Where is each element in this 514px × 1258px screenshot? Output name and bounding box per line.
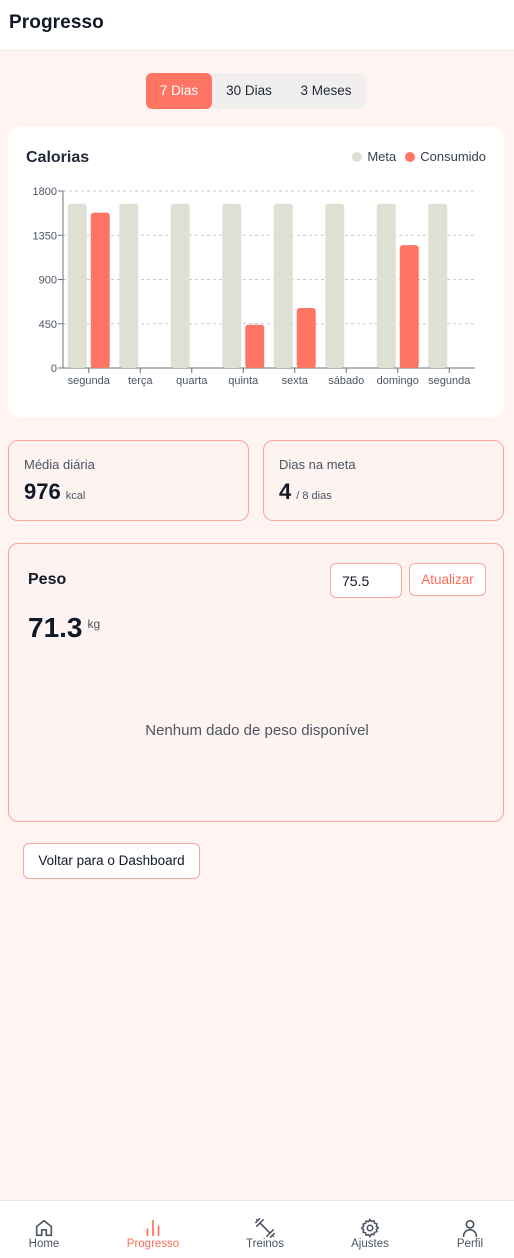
top-bar: Progresso [0, 0, 514, 51]
weight-title: Peso [28, 571, 67, 588]
gear-icon [360, 1218, 380, 1238]
tab-7-dias[interactable]: 7 Dias [146, 73, 212, 109]
daily-average-value-row: 976 kcal [24, 479, 85, 505]
goal-days-value: 4 [279, 479, 292, 504]
calories-chart: 0 450 900 1350 1800 segunda terça quarta quinta s… [33, 186, 475, 387]
bar-meta [273, 203, 293, 368]
calories-chart-card: 0 450 900 1350 1800 segunda terça quarta quinta s… [8, 127, 504, 417]
update-weight-button[interactable]: Atualizar [409, 563, 486, 596]
y-tick-label: 1350 [33, 230, 57, 242]
goal-days-card: Dias na meta 4 / 8 dias [263, 440, 504, 521]
legend-swatch-meta [352, 151, 363, 162]
bar-meta [222, 203, 242, 368]
weight-card: Peso Atualizar 71.3 kg Nenhum dado de pe… [8, 543, 504, 822]
current-weight: 71.3 kg [28, 612, 100, 644]
x-tick-label: quarta [176, 375, 208, 387]
home-icon [35, 1219, 53, 1237]
y-tick-label: 900 [39, 275, 57, 287]
bar-meta [119, 203, 139, 368]
daily-average-unit: kcal [65, 490, 86, 502]
chart-legend: Meta Consumido [343, 149, 486, 164]
nav-perfil-label: Perfil [456, 1238, 484, 1250]
daily-average-value: 976 [24, 479, 61, 504]
bar-chart-icon [146, 1219, 160, 1237]
legend-item-consumido: Consumido [405, 149, 486, 164]
y-tick-label: 0 [51, 363, 57, 375]
bar-consumido [296, 308, 316, 368]
x-tick-label: quinta [228, 375, 259, 387]
chart-title: Calorias [26, 149, 90, 166]
back-to-dashboard-button[interactable]: Voltar para o Dashboard [23, 843, 200, 879]
x-tick-label: sábado [328, 375, 364, 387]
nav-home[interactable]: Home [15, 1201, 73, 1258]
bar-consumido [245, 324, 265, 368]
legend-item-meta: Meta [352, 149, 396, 164]
page-title: Progresso [9, 12, 104, 33]
nav-treinos[interactable]: Treinos [236, 1201, 294, 1258]
nav-progresso[interactable]: Progresso [118, 1201, 188, 1258]
tab-30-dias[interactable]: 30 Dias [212, 73, 286, 109]
bar-meta [325, 203, 345, 368]
y-tick-label: 1800 [33, 186, 57, 198]
nav-ajustes-label: Ajustes [351, 1238, 389, 1250]
nav-progresso-label: Progresso [126, 1238, 180, 1250]
x-tick-label: domingo [377, 375, 419, 387]
nav-perfil[interactable]: Perfil [441, 1201, 499, 1258]
bar-consumido [399, 245, 419, 368]
current-weight-unit: kg [87, 617, 101, 631]
nav-treinos-label: Treinos [246, 1238, 284, 1250]
range-selector: 7 Dias 30 Dias 3 Meses [146, 73, 366, 109]
goal-days-label: Dias na meta [279, 457, 356, 472]
x-tick-label: segunda [68, 375, 111, 387]
bar-consumido [90, 212, 110, 368]
y-tick-label: 450 [39, 319, 57, 331]
dumbbell-icon [255, 1218, 275, 1238]
tab-3-meses[interactable]: 3 Meses [286, 73, 366, 109]
daily-average-label: Média diária [24, 457, 95, 472]
bar-meta [428, 203, 448, 368]
legend-label-consumido: Consumido [420, 149, 486, 164]
x-tick-label: terça [128, 375, 153, 387]
nav-home-label: Home [28, 1238, 60, 1250]
user-icon [462, 1219, 478, 1238]
bar-meta [67, 203, 87, 368]
bar-meta [170, 203, 190, 368]
weight-empty-message: Nenhum dado de peso disponível [145, 722, 369, 739]
x-tick-label: segunda [428, 375, 471, 387]
daily-average-card: Média diária 976 kcal [8, 440, 249, 521]
bar-meta [376, 203, 396, 368]
bottom-nav: Home Progresso Treinos Ajustes Perfil [0, 1200, 514, 1258]
current-weight-value: 71.3 [28, 612, 83, 643]
legend-label-meta: Meta [367, 149, 397, 164]
goal-days-value-row: 4 / 8 dias [279, 479, 332, 505]
legend-swatch-consumido [405, 151, 416, 162]
nav-ajustes[interactable]: Ajustes [341, 1201, 399, 1258]
x-tick-label: sexta [282, 375, 309, 387]
weight-input[interactable] [330, 563, 402, 598]
goal-days-unit: / 8 dias [296, 490, 332, 502]
